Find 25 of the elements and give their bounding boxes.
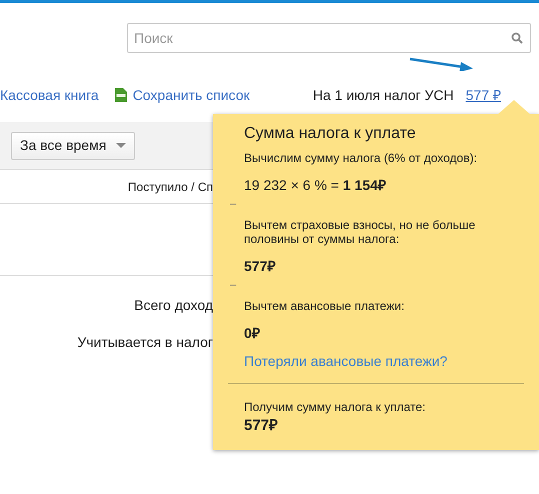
- caret-icon: [116, 143, 126, 148]
- search-field[interactable]: Поиск: [127, 23, 531, 53]
- amount-value: 0₽: [243, 324, 261, 342]
- popup-text: Вычтем страховые взносы, но не больше половины от суммы налога:: [243, 218, 476, 246]
- popup-title: Сумма налога к уплате: [243, 124, 417, 144]
- total-amount: 577₽: [243, 416, 280, 436]
- tax-formula: 19 232 × 6 % = 1 154₽: [243, 176, 387, 194]
- popup-text: Вычтем авансовые платежи:: [243, 299, 406, 313]
- lost-payments-link[interactable]: Потеряли авансовые платежи?: [244, 352, 448, 370]
- period-dropdown[interactable]: За все время: [11, 132, 136, 160]
- summary-label: Учитывается в налог: [77, 333, 213, 352]
- total-label: Получим сумму налога к уплате:: [243, 400, 427, 414]
- search-icon: [511, 32, 523, 44]
- arrow-drawing: [409, 57, 475, 71]
- cash-book-link[interactable]: Кассовая книга: [0, 84, 99, 106]
- popup-text: Вычислим сумму налога (6% от доходов):: [243, 151, 478, 165]
- minus-sign: –: [230, 279, 236, 291]
- column-header: Поступило / Сп: [128, 178, 213, 196]
- tax-label: На 1 июля налог УСН: [312, 86, 454, 104]
- summary-label: Всего доход: [134, 296, 213, 315]
- amount-value: 577₽: [243, 257, 276, 275]
- tax-amount-link[interactable]: 577 ₽: [466, 84, 501, 106]
- save-list-link[interactable]: Сохранить список: [114, 84, 250, 106]
- minus-sign: –: [230, 198, 236, 210]
- spreadsheet-file-icon: [114, 88, 127, 102]
